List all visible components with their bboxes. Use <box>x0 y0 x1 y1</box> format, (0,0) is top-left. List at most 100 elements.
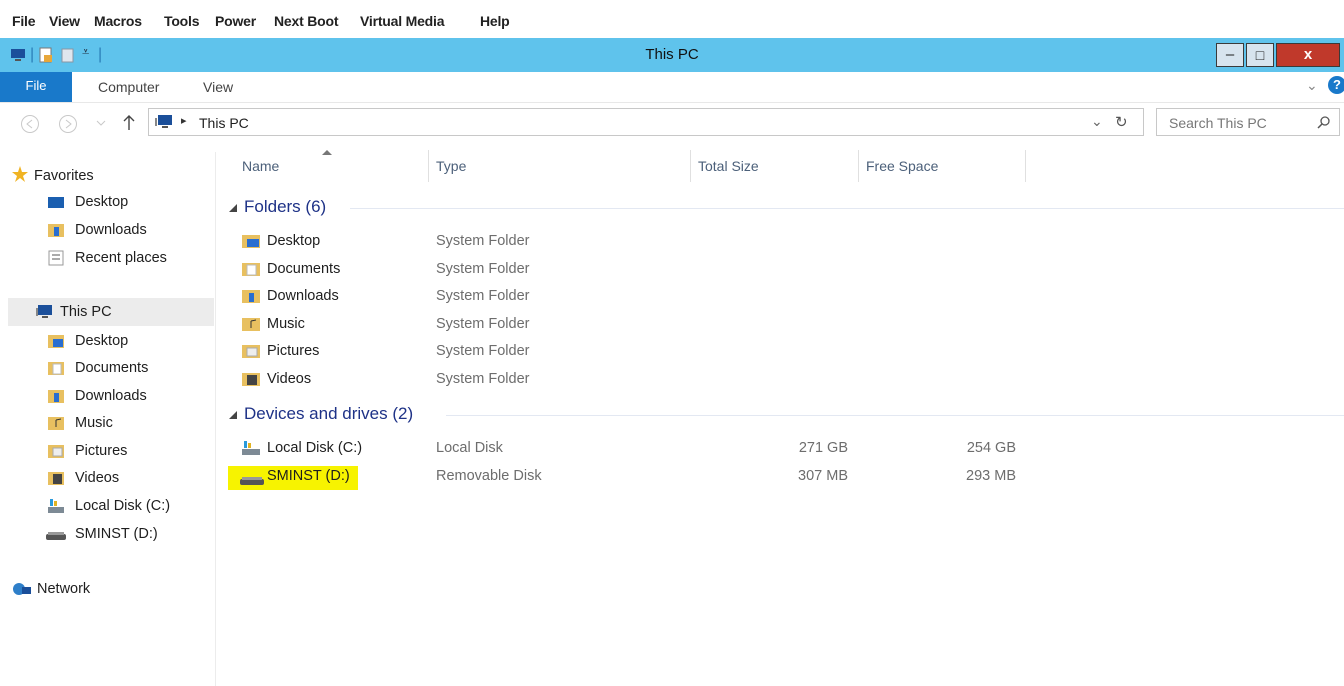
nav-this-pc-downloads[interactable]: Downloads <box>75 388 147 404</box>
nav-network[interactable]: Network <box>37 581 90 597</box>
window-title: This PC <box>645 46 699 63</box>
column-separator[interactable] <box>1025 150 1026 182</box>
console-menu-next-boot[interactable]: Next Boot <box>274 13 339 29</box>
nav-favorites-desktop[interactable]: Desktop <box>75 194 128 210</box>
tab-computer[interactable]: Computer <box>98 79 159 95</box>
column-free-space[interactable]: Free Space <box>866 158 938 174</box>
item-downloads-name[interactable]: Downloads <box>267 288 339 304</box>
address-dropdown-icon[interactable]: ⌄ <box>1091 113 1103 130</box>
up-arrow-icon[interactable] <box>122 114 136 132</box>
console-menu-macros[interactable]: Macros <box>94 13 142 29</box>
this-pc-icon <box>155 115 172 128</box>
column-type[interactable]: Type <box>436 158 466 174</box>
documents-folder-icon <box>48 362 64 375</box>
downloads-folder-icon <box>48 224 64 237</box>
videos-folder-icon <box>48 472 64 485</box>
item-sminst-type: Removable Disk <box>436 468 542 484</box>
tab-file[interactable]: File <box>0 72 72 102</box>
address-bar[interactable]: ▸ This PC ⌄ ↻ <box>148 108 1144 136</box>
navigation-pane: Favorites Desktop Downloads Recent place… <box>0 152 216 686</box>
pictures-folder-icon <box>242 345 260 358</box>
local-disk-icon <box>242 441 260 455</box>
console-menu-virtual-media[interactable]: Virtual Media <box>360 13 444 29</box>
tab-view[interactable]: View <box>203 79 233 95</box>
collapse-triangle-icon[interactable] <box>228 410 238 420</box>
forward-icon[interactable] <box>58 114 78 134</box>
column-name[interactable]: Name <box>242 158 279 174</box>
close-button[interactable]: x <box>1276 43 1340 67</box>
breadcrumb-this-pc[interactable]: This PC <box>199 115 249 131</box>
nav-this-pc-desktop[interactable]: Desktop <box>75 333 128 349</box>
column-total-size[interactable]: Total Size <box>698 158 759 174</box>
refresh-icon[interactable]: ↻ <box>1115 113 1128 131</box>
nav-this-pc[interactable]: This PC <box>60 304 112 320</box>
column-separator[interactable] <box>858 150 859 182</box>
console-menu-view[interactable]: View <box>49 13 80 29</box>
breadcrumb-separator-icon[interactable]: ▸ <box>181 114 187 127</box>
search-box[interactable]: Search This PC <box>1156 108 1340 136</box>
console-menu-file[interactable]: File <box>12 13 36 29</box>
search-icon[interactable] <box>1317 115 1331 129</box>
group-divider <box>350 208 1344 209</box>
music-folder-icon <box>242 318 260 331</box>
item-local-disk-name[interactable]: Local Disk (C:) <box>267 440 362 456</box>
item-desktop-type: System Folder <box>436 233 530 249</box>
nav-this-pc-documents[interactable]: Documents <box>75 360 148 376</box>
group-folders-header[interactable]: Folders (6) <box>244 197 326 217</box>
favorites-star-icon <box>12 166 28 182</box>
nav-this-pc-videos[interactable]: Videos <box>75 470 119 486</box>
item-pictures-name[interactable]: Pictures <box>267 343 319 359</box>
item-videos-type: System Folder <box>436 371 530 387</box>
window-titlebar[interactable]: | ⩡ | This PC – □ x <box>0 38 1344 72</box>
collapse-triangle-icon[interactable] <box>228 203 238 213</box>
item-sminst-total-size: 307 MB <box>798 468 848 484</box>
documents-folder-icon <box>242 263 260 276</box>
item-local-disk-type: Local Disk <box>436 440 503 456</box>
sort-ascending-icon <box>322 150 332 155</box>
column-separator[interactable] <box>428 150 429 182</box>
ribbon-expand-icon[interactable]: ⌄ <box>1306 77 1318 94</box>
item-downloads-type: System Folder <box>436 288 530 304</box>
item-local-disk-total-size: 271 GB <box>798 440 848 456</box>
this-pc-icon <box>36 305 52 318</box>
nav-this-pc-pictures[interactable]: Pictures <box>75 443 127 459</box>
item-videos-name[interactable]: Videos <box>267 371 311 387</box>
console-menu-tools[interactable]: Tools <box>164 13 199 29</box>
item-desktop-name[interactable]: Desktop <box>267 233 320 249</box>
search-input[interactable]: Search This PC <box>1169 115 1267 131</box>
recent-places-icon <box>48 250 64 266</box>
nav-this-pc-sminst[interactable]: SMINST (D:) <box>75 526 158 542</box>
minimize-button[interactable]: – <box>1216 43 1244 67</box>
recent-locations-chevron-icon[interactable] <box>96 118 106 128</box>
nav-this-pc-music[interactable]: Music <box>75 415 113 431</box>
nav-favorites-recent-places[interactable]: Recent places <box>75 250 167 266</box>
nav-favorites-downloads[interactable]: Downloads <box>75 222 147 238</box>
item-sminst-name[interactable]: SMINST (D:) <box>267 468 350 484</box>
navigation-bar: ▸ This PC ⌄ ↻ Search This PC <box>0 102 1344 152</box>
console-menu-help[interactable]: Help <box>480 13 510 29</box>
removable-drive-icon <box>240 477 264 485</box>
removable-drive-icon <box>46 532 66 540</box>
back-icon[interactable] <box>20 114 40 134</box>
nav-this-pc-local-disk[interactable]: Local Disk (C:) <box>75 498 170 514</box>
restore-button[interactable]: □ <box>1246 43 1274 67</box>
item-documents-type: System Folder <box>436 261 530 277</box>
console-menubar: File View Macros Tools Power Next Boot V… <box>0 0 1344 38</box>
group-drives-header[interactable]: Devices and drives (2) <box>244 404 413 424</box>
music-folder-icon <box>48 417 64 430</box>
item-pictures-type: System Folder <box>436 343 530 359</box>
network-icon <box>13 583 31 595</box>
group-divider <box>446 415 1344 416</box>
item-music-type: System Folder <box>436 316 530 332</box>
item-music-name[interactable]: Music <box>267 316 305 332</box>
item-documents-name[interactable]: Documents <box>267 261 340 277</box>
nav-favorites[interactable]: Favorites <box>34 168 94 184</box>
help-icon[interactable]: ? <box>1328 76 1344 94</box>
desktop-icon <box>48 197 64 208</box>
videos-folder-icon <box>242 373 260 386</box>
column-separator[interactable] <box>690 150 691 182</box>
console-menu-power[interactable]: Power <box>215 13 256 29</box>
item-sminst-free-space: 293 MB <box>966 468 1016 484</box>
downloads-folder-icon <box>242 290 260 303</box>
local-disk-icon <box>48 499 64 513</box>
